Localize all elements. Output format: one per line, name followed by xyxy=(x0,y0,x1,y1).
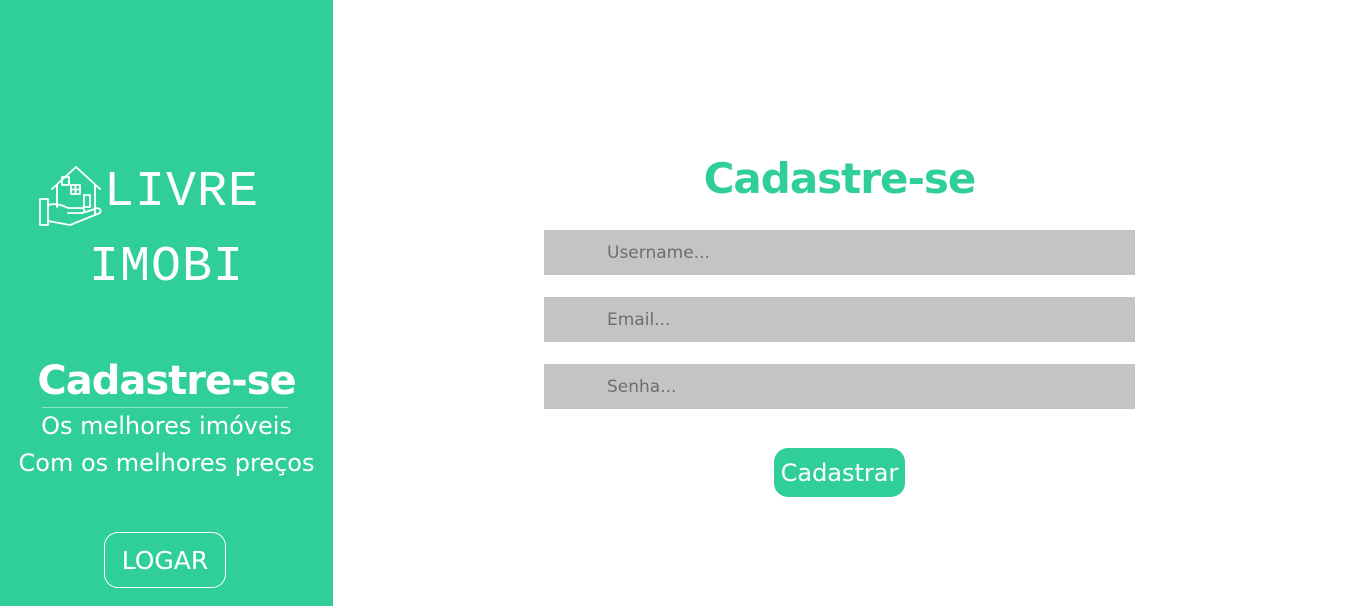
password-input[interactable] xyxy=(544,364,1135,409)
sidebar-subtitle-line2: Com os melhores preços xyxy=(18,449,315,477)
house-hand-icon xyxy=(39,166,102,226)
sidebar-subtitle-line1: Os melhores imóveis xyxy=(41,412,292,440)
register-button[interactable]: Cadastrar xyxy=(774,448,905,497)
logo-text-line2: IMOBI xyxy=(88,239,245,296)
page-title: Cadastre-se xyxy=(703,154,977,203)
sidebar-title: Cadastre-se xyxy=(37,358,296,404)
logo-text-line1: LIVRE xyxy=(104,164,260,221)
title-underline xyxy=(42,407,288,408)
username-input[interactable] xyxy=(544,230,1135,275)
sidebar: LIVRE IMOBI Cadastre-se Os melhores imóv… xyxy=(0,0,333,606)
email-input[interactable] xyxy=(544,297,1135,342)
login-button[interactable]: LOGAR xyxy=(104,532,226,588)
